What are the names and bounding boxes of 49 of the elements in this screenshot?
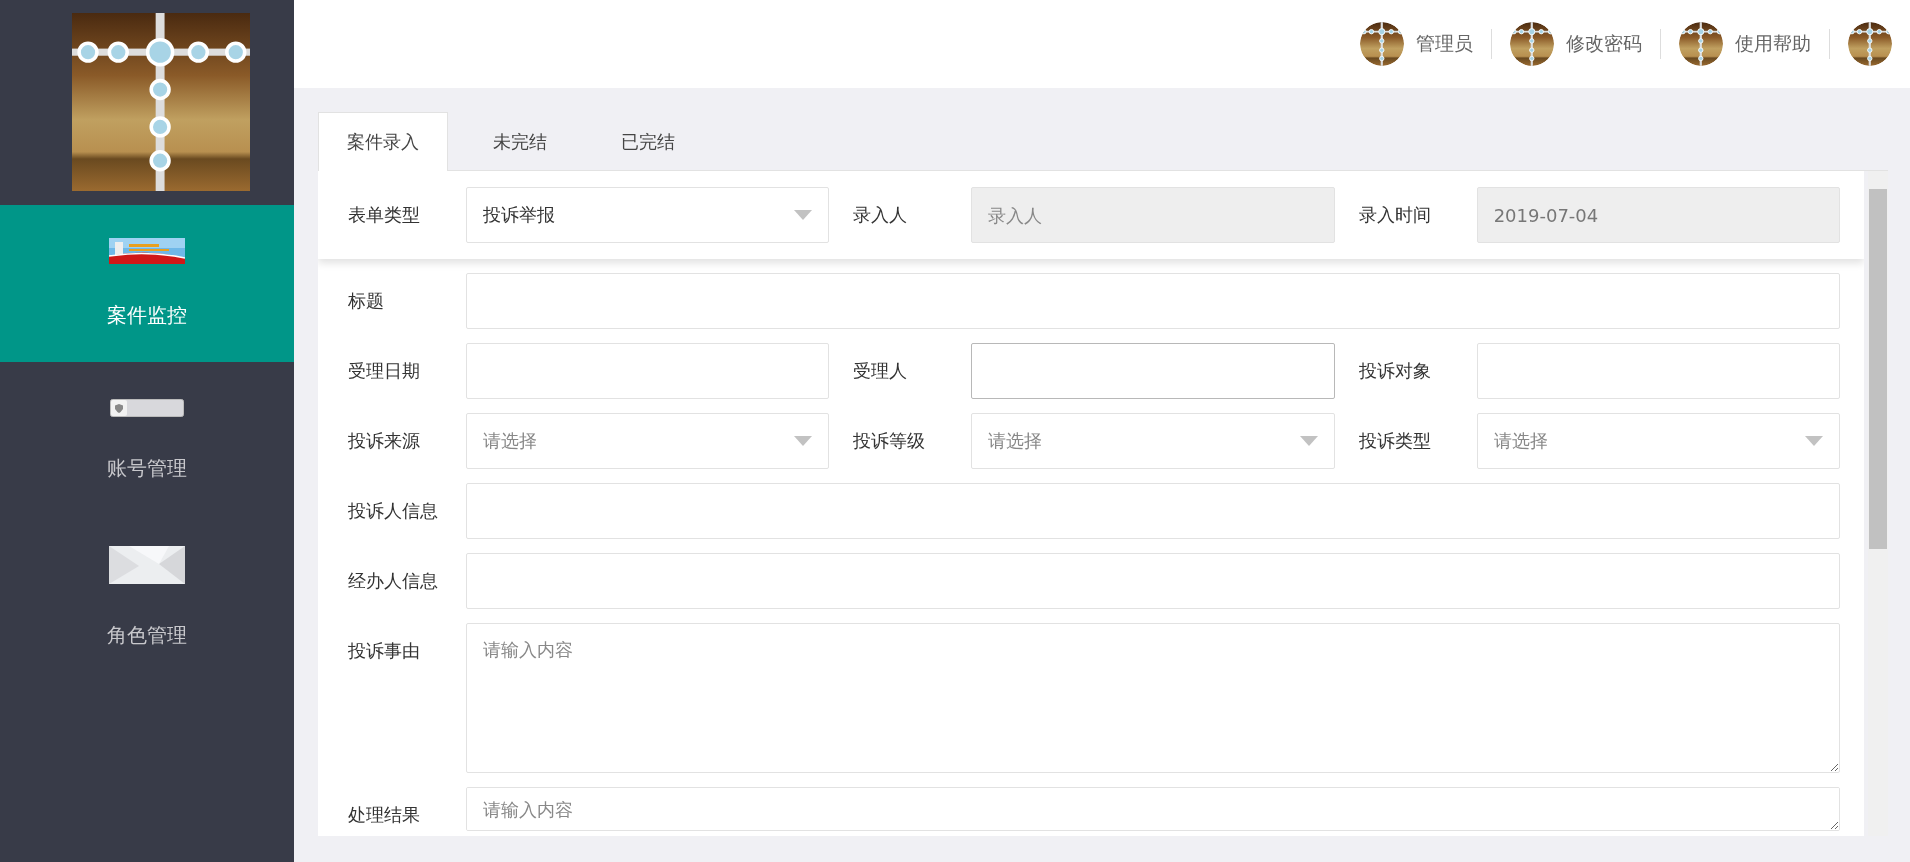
select-field[interactable]: 请选择 [466,413,830,469]
toggle-icon [110,399,184,417]
input-field[interactable] [466,273,1840,329]
sidebar-item[interactable]: 角色管理 [0,519,294,676]
tab[interactable]: 案件录入 [318,112,448,171]
field-label: 标题 [348,289,385,313]
field-label: 投诉等级 [853,429,927,453]
field-label: 投诉对象 [1358,359,1432,383]
tab[interactable]: 已完结 [592,112,704,170]
caret-icon [794,436,813,446]
field-label: 录入人 [853,203,909,227]
select-field[interactable]: 请选择 [1476,413,1840,469]
avatar-icon [1360,22,1404,66]
sidebar-item[interactable]: 账号管理 [0,362,294,519]
caret-icon [1299,436,1318,446]
header-link[interactable]: 修改密码 [1510,22,1642,66]
avatar-icon [1510,22,1554,66]
field-label: 表单类型 [348,203,421,227]
avatar-icon[interactable] [1848,22,1892,66]
text-area[interactable]: 请输入内容 [466,623,1840,773]
tab[interactable]: 未完结 [464,112,576,170]
field-label: 处理结果 [348,803,421,827]
input-field[interactable] [466,343,830,399]
field-label: 投诉事由 [348,639,421,663]
banner-icon [109,238,185,264]
field-label: 投诉类型 [1358,429,1432,453]
text-area[interactable]: 请输入内容 [466,787,1840,831]
select-field[interactable]: 投诉举报 [466,187,830,243]
avatar-icon [1679,22,1723,66]
field-label: 投诉来源 [348,429,421,453]
select-field[interactable]: 请选择 [971,413,1335,469]
input-field[interactable] [466,483,1840,539]
caret-icon [794,210,813,220]
header-link[interactable]: 管理员 [1360,22,1473,66]
field-label: 投诉人信息 [348,499,439,523]
header-link[interactable]: 使用帮助 [1679,22,1811,66]
link-label: 修改密码 [1566,31,1642,56]
input-field[interactable] [466,553,1840,609]
field-label: 经办人信息 [348,569,439,593]
sidebar-item[interactable]: 案件监控 [0,205,294,362]
field-label: 录入时间 [1358,203,1432,227]
field-label: 受理日期 [348,359,421,383]
link-label: 使用帮助 [1735,31,1811,56]
input-field[interactable] [1476,343,1840,399]
field-label: 受理人 [853,359,909,383]
link-label: 管理员 [1416,31,1473,56]
input-field[interactable] [971,343,1335,399]
paper-icon [109,546,185,584]
caret-icon [1805,436,1823,446]
